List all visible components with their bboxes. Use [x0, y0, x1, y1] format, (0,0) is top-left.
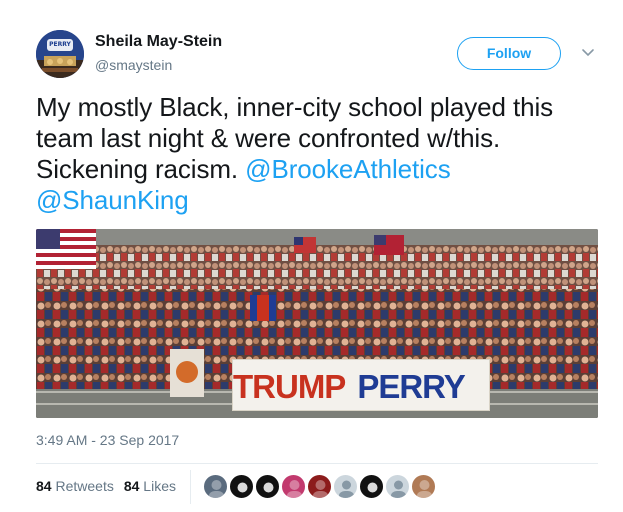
display-name[interactable]: Sheila May-Stein — [95, 33, 222, 51]
liker-avatar[interactable] — [281, 474, 306, 499]
tweet-timestamp[interactable]: 3:49 AM - 23 Sep 2017 — [36, 432, 179, 448]
avatar[interactable]: PERRY — [36, 30, 84, 78]
liker-avatar[interactable] — [307, 474, 332, 499]
stats-divider — [190, 470, 191, 504]
avatar-badge: PERRY — [47, 39, 73, 51]
retweets-stat[interactable]: 84 Retweets — [36, 478, 114, 494]
liker-avatar[interactable] — [203, 474, 228, 499]
likes-stat[interactable]: 84 Likes — [124, 478, 176, 494]
liker-avatar[interactable] — [255, 474, 280, 499]
liker-avatar[interactable] — [385, 474, 410, 499]
divider — [36, 463, 598, 464]
avatar-image — [36, 30, 84, 78]
flag-icon — [36, 229, 96, 269]
follow-button[interactable]: Follow — [457, 37, 561, 70]
photo-sign: TRUMP PERRY — [232, 359, 490, 411]
tweet-text: My mostly Black, inner-city school playe… — [36, 92, 601, 216]
tweet-header: PERRY Sheila May-Stein @smaystein Follow — [36, 30, 606, 80]
tweet-photo[interactable]: TRUMP PERRY — [36, 229, 598, 418]
liker-avatar[interactable] — [229, 474, 254, 499]
retweets-label: Retweets — [55, 478, 114, 494]
likes-count: 84 — [123, 478, 140, 494]
mention-link-brookeathletics[interactable]: @BrookeAthletics — [245, 154, 451, 184]
liker-avatar[interactable] — [359, 474, 384, 499]
photo-sign-word-2: PERRY — [357, 368, 465, 405]
likes-label: Likes — [143, 478, 176, 494]
liker-avatar[interactable] — [411, 474, 436, 499]
liker-avatar[interactable] — [333, 474, 358, 499]
photo-sign-word-1: TRUMP — [233, 368, 346, 405]
handle[interactable]: @smaystein — [95, 57, 172, 73]
photo-sign-text: TRUMP PERRY — [233, 368, 466, 406]
tweet-card: PERRY Sheila May-Stein @smaystein Follow… — [0, 0, 623, 512]
retweets-count: 84 — [36, 478, 52, 494]
mention-link-shaunking[interactable]: @ShaunKing — [36, 185, 189, 215]
chevron-down-icon[interactable] — [579, 44, 597, 62]
tweet-stats: 84 Retweets 84 Likes — [36, 478, 176, 494]
